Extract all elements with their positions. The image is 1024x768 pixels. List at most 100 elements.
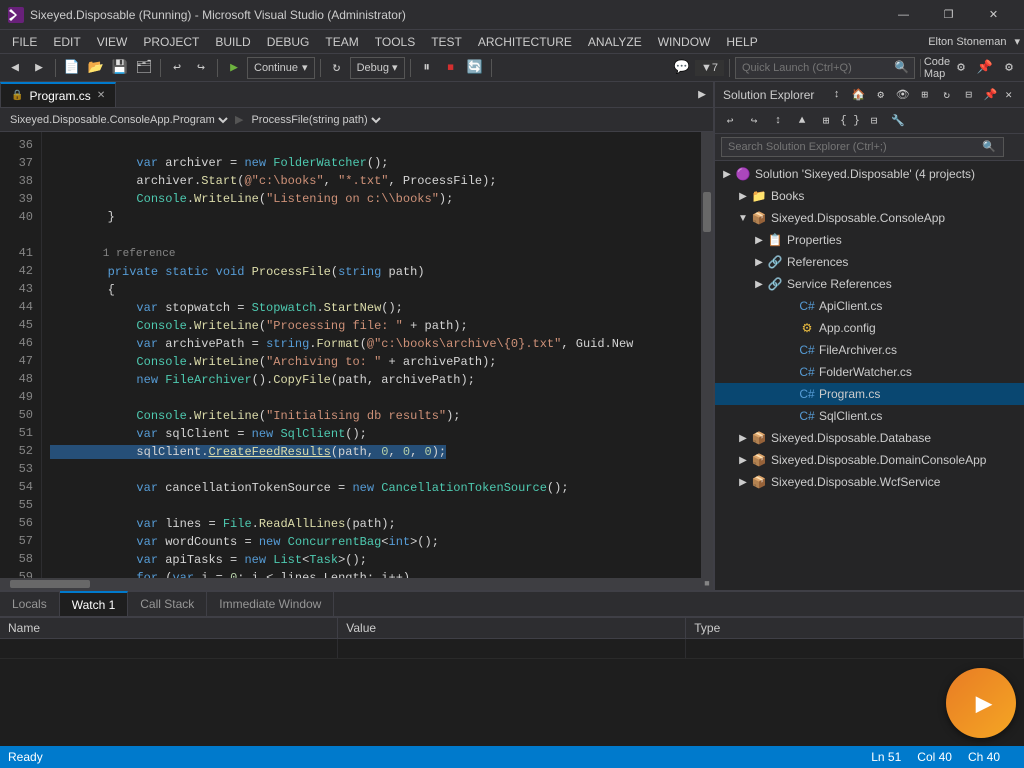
se-refresh-button[interactable]: ↻ xyxy=(936,84,958,106)
menu-architecture[interactable]: ARCHITECTURE xyxy=(470,30,580,54)
tree-books[interactable]: ▶ 📁 Books xyxy=(715,185,1024,207)
start-button[interactable]: ▶ xyxy=(223,57,245,79)
menu-edit[interactable]: EDIT xyxy=(45,30,88,54)
user-dropdown-icon[interactable]: ▾ xyxy=(1014,35,1020,48)
se-search-input[interactable] xyxy=(721,137,1004,157)
apiclient-icon: C# xyxy=(799,298,815,314)
tree-apiclient[interactable]: C# ApiClient.cs xyxy=(715,295,1024,317)
tab-immediate[interactable]: Immediate Window xyxy=(207,591,334,616)
refresh-button[interactable]: ↻ xyxy=(326,57,348,79)
tree-program[interactable]: C# Program.cs xyxy=(715,383,1024,405)
namespace-dropdown[interactable]: Sixeyed.Disposable.ConsoleApp.Program xyxy=(6,110,231,130)
tab-locals[interactable]: Locals xyxy=(0,591,60,616)
continue-dropdown[interactable]: Continue ▾ xyxy=(247,57,315,79)
window-title: Sixeyed.Disposable (Running) - Microsoft… xyxy=(30,8,875,22)
forward-button[interactable]: ▶ xyxy=(28,57,50,79)
tab-callstack[interactable]: Call Stack xyxy=(128,591,207,616)
menu-help[interactable]: HELP xyxy=(718,30,765,54)
tree-domainconsole[interactable]: ▶ 📦 Sixeyed.Disposable.DomainConsoleApp xyxy=(715,449,1024,471)
tree-references[interactable]: ▶ 🔗 References xyxy=(715,251,1024,273)
back-button[interactable]: ◀ xyxy=(4,57,26,79)
se-tb-btn1[interactable]: ↩ xyxy=(719,110,741,132)
undo-button[interactable]: ↩ xyxy=(166,57,188,79)
se-search-icon: 🔍 xyxy=(982,140,996,154)
code-text[interactable]: var archiver = new FolderWatcher(); arch… xyxy=(42,132,701,578)
se-title: Solution Explorer xyxy=(723,88,826,102)
menu-project[interactable]: PROJECT xyxy=(135,30,207,54)
se-preview-button[interactable]: 👁 xyxy=(892,84,914,106)
menu-analyze[interactable]: ANALYZE xyxy=(580,30,650,54)
solution-label: Solution 'Sixeyed.Disposable' (4 project… xyxy=(755,167,975,181)
tab-program-cs[interactable]: 🔒 Program.cs ✕ xyxy=(0,82,116,107)
horizontal-scroll-thumb[interactable] xyxy=(10,580,90,588)
restart-button[interactable]: 🔄 xyxy=(464,57,486,79)
pin-button[interactable]: 📌 xyxy=(974,57,996,79)
tree-consoleapp[interactable]: ▼ 📦 Sixeyed.Disposable.ConsoleApp xyxy=(715,207,1024,229)
open-button[interactable]: 📂 xyxy=(85,57,107,79)
se-tb-btn5[interactable]: ⊞ xyxy=(815,110,837,132)
horizontal-scrollbar[interactable]: ■ xyxy=(0,578,713,590)
tab-filename: Program.cs xyxy=(29,89,90,103)
menu-window[interactable]: WINDOW xyxy=(650,30,719,54)
tree-database[interactable]: ▶ 📦 Sixeyed.Disposable.Database xyxy=(715,427,1024,449)
redo-button[interactable]: ↪ xyxy=(190,57,212,79)
settings-button[interactable]: ⚙ xyxy=(998,57,1020,79)
tab-watch1[interactable]: Watch 1 xyxy=(60,591,129,616)
pluralsight-button[interactable]: ▶ xyxy=(946,668,1016,738)
quick-launch-input[interactable] xyxy=(735,57,915,79)
se-pin-button[interactable]: 📌 xyxy=(980,88,1002,102)
menu-tools[interactable]: TOOLS xyxy=(367,30,423,54)
sqlclient-icon: C# xyxy=(799,408,815,424)
se-collapse-button[interactable]: ⊟ xyxy=(958,84,980,106)
se-sync-button[interactable]: ↕ xyxy=(826,84,848,106)
se-tb-btn2[interactable]: ↪ xyxy=(743,110,765,132)
menu-file[interactable]: FILE xyxy=(4,30,45,54)
method-dropdown[interactable]: ProcessFile(string path) xyxy=(247,110,384,130)
chat-button[interactable]: 💬 xyxy=(671,57,693,79)
codemap-button[interactable]: Code Map xyxy=(926,57,948,79)
tree-properties[interactable]: ▶ 📋 Properties xyxy=(715,229,1024,251)
close-button[interactable]: ✕ xyxy=(971,0,1016,30)
se-home-button[interactable]: 🏠 xyxy=(848,84,870,106)
tree-solution[interactable]: ▶ 🟣 Solution 'Sixeyed.Disposable' (4 pro… xyxy=(715,163,1024,185)
tree-sqlclient[interactable]: C# SqlClient.cs xyxy=(715,405,1024,427)
se-tb-btn3[interactable]: ↕ xyxy=(767,110,789,132)
tree-serviceref[interactable]: ▶ 🔗 Service References xyxy=(715,273,1024,295)
watch-add-cell[interactable] xyxy=(0,638,338,658)
more-tools-button[interactable]: ⚙ xyxy=(950,57,972,79)
menu-test[interactable]: TEST xyxy=(423,30,470,54)
minimize-button[interactable]: — xyxy=(881,0,926,30)
tree-appconfig[interactable]: ⚙ App.config xyxy=(715,317,1024,339)
maximize-button[interactable]: ❐ xyxy=(926,0,971,30)
se-tb-btn4[interactable]: ▲ xyxy=(791,110,813,132)
se-prop-button[interactable]: ⚙ xyxy=(870,84,892,106)
watch-col-value: Value xyxy=(338,618,686,638)
stop-button[interactable]: ⏹ xyxy=(440,57,462,79)
pluralsight-circle[interactable]: ▶ xyxy=(946,668,1016,738)
menu-build[interactable]: BUILD xyxy=(207,30,258,54)
solution-explorer: Solution Explorer ↕ 🏠 ⚙ 👁 ⊞ ↻ ⊟ 📌 ✕ ↩ ↪ … xyxy=(714,82,1024,590)
scroll-thumb[interactable] xyxy=(703,192,711,232)
menu-debug[interactable]: DEBUG xyxy=(259,30,318,54)
tree-folderwatcher[interactable]: C# FolderWatcher.cs xyxy=(715,361,1024,383)
se-filter-button[interactable]: ⊞ xyxy=(914,84,936,106)
tree-filearchiver[interactable]: C# FileArchiver.cs xyxy=(715,339,1024,361)
pause-button[interactable]: ⏸ xyxy=(416,57,438,79)
save-button[interactable]: 💾 xyxy=(109,57,131,79)
tab-scroll-right[interactable]: ▶ xyxy=(691,82,713,107)
se-tb-btn8[interactable]: 🔧 xyxy=(887,110,909,132)
vertical-scrollbar[interactable] xyxy=(701,132,713,578)
tab-close-icon[interactable]: ✕ xyxy=(97,90,105,101)
menu-team[interactable]: TEAM xyxy=(317,30,366,54)
menu-view[interactable]: VIEW xyxy=(89,30,136,54)
debug-dropdown[interactable]: Debug ▾ xyxy=(350,57,405,79)
se-tb-btn6[interactable]: { } xyxy=(839,110,861,132)
save-all-button[interactable]: 🗂 xyxy=(133,57,155,79)
se-tb-btn7[interactable]: ⊟ xyxy=(863,110,885,132)
new-project-button[interactable]: 📄 xyxy=(61,57,83,79)
se-close-button[interactable]: ✕ xyxy=(1001,88,1016,102)
notification-badge: ▼7 xyxy=(695,60,724,76)
watch-add-row[interactable] xyxy=(0,638,1024,658)
properties-icon: 📋 xyxy=(767,232,783,248)
tree-wcfservice[interactable]: ▶ 📦 Sixeyed.Disposable.WcfService xyxy=(715,471,1024,493)
